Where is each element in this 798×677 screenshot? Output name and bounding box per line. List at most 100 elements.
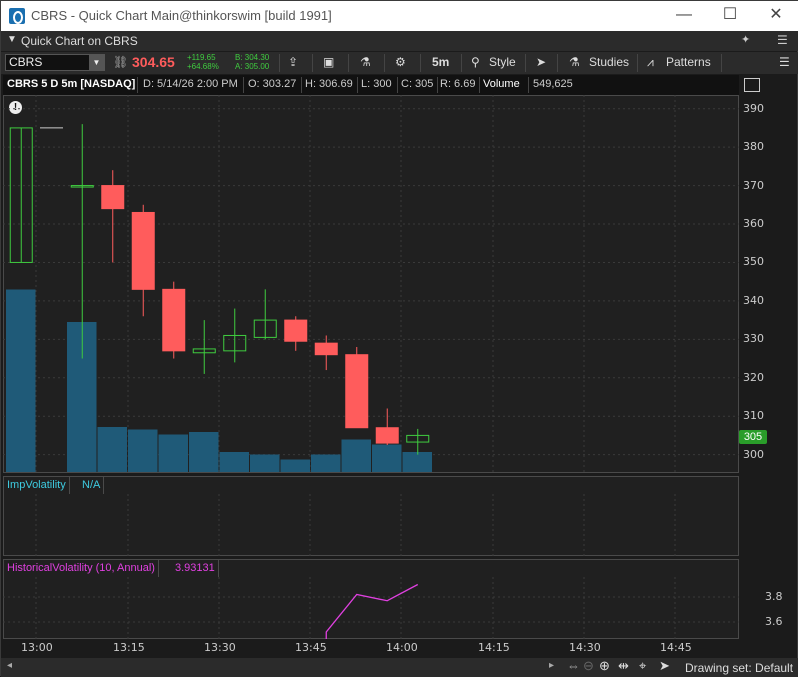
symbol-dropdown-icon[interactable]: ▼: [89, 55, 104, 70]
share-icon[interactable]: ⇪: [288, 55, 298, 69]
close-button[interactable]: ✕: [753, 1, 798, 31]
candle-body: [162, 288, 186, 352]
studies-button[interactable]: Studies: [589, 55, 629, 69]
price-tick-label: 350: [743, 255, 764, 269]
scroll-right-icon[interactable]: ▸: [549, 660, 554, 671]
toolbar-divider: [461, 54, 462, 72]
last-price: 304.65: [132, 54, 175, 70]
volume-bar: [280, 459, 310, 472]
current-price-badge: 305: [739, 430, 767, 444]
drawing-set-label[interactable]: Drawing set: Default: [685, 661, 793, 675]
info-divider: [528, 77, 529, 93]
settings-gear-icon[interactable]: ⚙: [395, 55, 406, 69]
price-chart[interactable]: [3, 95, 739, 473]
net-change: +119.65 +64.68%: [187, 53, 219, 71]
volume-bar: [158, 434, 188, 472]
time-tick-label: 13:30: [204, 641, 236, 654]
info-divider: [301, 77, 302, 93]
price-tick-label: 380: [743, 140, 764, 154]
status-bar: ◂ ▸ ⇔ ⊖ ⊕ ⇹ ⌖ ➤ Drawing set: Default: [1, 658, 798, 677]
volume-label: Volume: [483, 78, 520, 90]
chart-header-bar: ▼ Quick Chart on CBRS ✦ ☰: [1, 31, 798, 51]
bar-low: L: 300: [361, 78, 392, 90]
toolbar-divider: [348, 54, 349, 72]
time-tick-label: 13:45: [295, 641, 327, 654]
style-button[interactable]: Style: [489, 55, 516, 69]
crosshair-icon[interactable]: ⌖: [639, 658, 646, 674]
price-tick-label: 300: [743, 447, 764, 461]
flask-icon[interactable]: ⚗: [360, 55, 371, 69]
time-tick-label: 14:15: [478, 641, 510, 654]
collapse-caret-icon[interactable]: ▼: [7, 34, 17, 45]
toolbar-divider: [279, 54, 280, 72]
volume-bar: [219, 452, 249, 472]
toolbar-divider: [637, 54, 638, 72]
cursor-pointer-icon[interactable]: ➤: [659, 658, 670, 674]
zoom-out-icon[interactable]: ⊖: [583, 658, 594, 674]
price-tick-label: 310: [743, 409, 764, 423]
candle-body: [345, 354, 369, 429]
volume-bar: [97, 427, 127, 472]
toolbar-divider: [312, 54, 313, 72]
bid-ask: B: 304.30 A: 305.00: [235, 53, 269, 71]
toolbar-divider: [557, 54, 558, 72]
price-tick-label: 320: [743, 370, 764, 384]
candle-body: [314, 342, 338, 356]
pin-icon[interactable]: ✦: [741, 33, 750, 46]
timeframe-button[interactable]: 5m: [432, 55, 449, 69]
candle-body: [375, 427, 399, 444]
price-tick-label: 370: [743, 178, 764, 192]
price-tick-label: 360: [743, 217, 764, 230]
price-tick-label: 340: [743, 293, 764, 307]
style-icon[interactable]: ⚲: [471, 55, 480, 69]
title-bar: CBRS - Quick Chart Main@thinkorswim [bui…: [1, 1, 798, 31]
info-divider: [357, 77, 358, 93]
patterns-icon[interactable]: ⩘: [647, 55, 654, 70]
candle-body: [131, 211, 155, 290]
symbol-description: CBRS 5 D 5m [NASDAQ]: [7, 78, 136, 90]
volume-bar: [372, 444, 402, 472]
info-divider: [479, 77, 480, 93]
bid-value: B: 304.30: [235, 53, 270, 62]
pan-icon[interactable]: ⇹: [618, 658, 629, 674]
toolbar-divider: [384, 54, 385, 72]
minimize-button[interactable]: —: [661, 1, 707, 31]
bar-close: C: 305: [401, 78, 434, 90]
price-tick-label: 390: [743, 101, 764, 115]
candle-body: [284, 319, 308, 342]
snapshot-icon[interactable]: ▣: [323, 55, 334, 69]
impvolatility-grid: [35, 494, 676, 556]
scroll-left-icon[interactable]: ◂: [7, 660, 12, 671]
hv-line: [325, 583, 419, 639]
volume-bar: [189, 432, 219, 472]
time-tick-label: 13:00: [21, 641, 53, 654]
candle-body: [101, 185, 125, 210]
expand-icon[interactable]: ⇔: [567, 658, 580, 673]
chart-toolbar: CBRS ▼ ⛓ 304.65 +119.65 +64.68% B: 304.3…: [1, 52, 798, 74]
bar-high: H: 306.69: [305, 78, 353, 90]
ask-value: A: 305.00: [235, 62, 270, 71]
toolbar-divider: [420, 54, 421, 72]
time-tick-label: 14:45: [660, 641, 692, 654]
axis-settings-icon[interactable]: [744, 78, 760, 92]
time-tick-label: 14:00: [386, 641, 418, 654]
volume-bar: [6, 289, 36, 472]
toolbar-menu-icon[interactable]: ☰: [779, 55, 790, 69]
patterns-button[interactable]: Patterns: [666, 55, 711, 69]
studies-flask-icon[interactable]: ⚗: [569, 55, 580, 69]
toolbar-divider: [525, 54, 526, 72]
cursor-icon[interactable]: ➤: [536, 55, 546, 69]
volume-bar: [402, 452, 432, 472]
time-tick-label: 14:30: [569, 641, 601, 654]
hv-tick-label: 3.6: [765, 615, 783, 628]
menu-icon[interactable]: ☰: [777, 33, 788, 47]
app-window: CBRS - Quick Chart Main@thinkorswim [bui…: [0, 0, 798, 677]
change-value: +119.65: [187, 53, 216, 62]
change-percent: +64.68%: [187, 62, 219, 71]
info-divider: [437, 77, 438, 93]
link-icon[interactable]: ⛓: [113, 55, 128, 69]
volume-bar: [250, 454, 280, 472]
maximize-button[interactable]: ☐: [707, 1, 753, 31]
zoom-in-icon[interactable]: ⊕: [599, 658, 610, 674]
bar-open: O: 303.27: [248, 78, 297, 90]
